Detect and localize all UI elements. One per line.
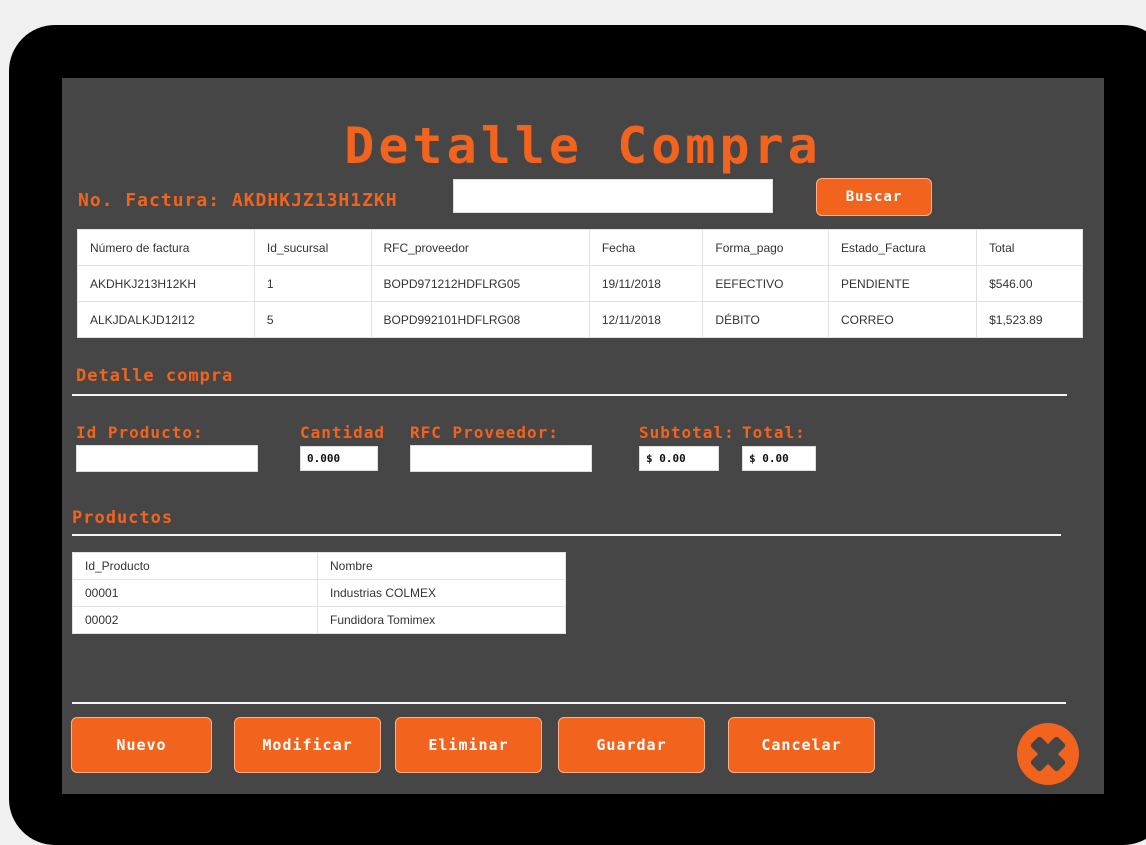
table-cell: AKDHKJ213H12KH: [77, 265, 255, 302]
column-header: RFC_proveedor: [370, 229, 590, 266]
facturas-table: Número de factura Id_sucursal RFC_provee…: [77, 229, 1083, 338]
table-cell: BOPD971212HDFLRG05: [370, 265, 590, 302]
eliminar-button[interactable]: Eliminar: [395, 717, 542, 773]
table-cell: 00002: [72, 606, 318, 634]
table-cell: $1,523.89: [976, 301, 1083, 338]
search-button[interactable]: Buscar: [816, 178, 932, 216]
detalle-section-title: Detalle compra: [76, 366, 234, 386]
table-cell: 12/11/2018: [588, 301, 704, 338]
total-field: $ 0.00: [742, 446, 816, 471]
total-label: Total:: [742, 423, 806, 442]
table-row[interactable]: ALKJDALKJD12I12 5 BOPD992101HDFLRG08 12/…: [77, 301, 1083, 338]
table-cell: CORREO: [828, 301, 978, 338]
table-cell: ALKJDALKJD12I12: [77, 301, 255, 338]
cantidad-input[interactable]: 0.000: [300, 446, 378, 471]
column-header: Id_sucursal: [253, 229, 372, 266]
table-cell: 19/11/2018: [588, 265, 704, 302]
rfc-proveedor-input[interactable]: [410, 445, 592, 472]
productos-table: Id_Producto Nombre 00001 Industrias COLM…: [72, 552, 566, 634]
footer-divider: [72, 702, 1066, 704]
productos-section-title: Productos: [72, 508, 174, 528]
id-producto-label: Id Producto:: [76, 423, 204, 442]
table-header-row: Número de factura Id_sucursal RFC_provee…: [77, 229, 1083, 266]
column-header: Número de factura: [77, 229, 255, 266]
cantidad-label: Cantidad: [300, 423, 386, 442]
table-cell: EEFECTIVO: [702, 265, 830, 302]
table-row[interactable]: AKDHKJ213H12KH 1 BOPD971212HDFLRG05 19/1…: [77, 265, 1083, 302]
table-cell: $546.00: [976, 265, 1083, 302]
table-cell: DÉBITO: [702, 301, 830, 338]
nuevo-button[interactable]: Nuevo: [71, 717, 212, 773]
table-row[interactable]: 00002 Fundidora Tomimex: [72, 606, 566, 634]
guardar-button[interactable]: Guardar: [558, 717, 705, 773]
table-cell: PENDIENTE: [828, 265, 978, 302]
app-window: Detalle Compra No. Factura: AKDHKJZ13H1Z…: [62, 78, 1104, 794]
factura-label: No. Factura: AKDHKJZ13H1ZKH: [78, 190, 398, 211]
section-divider: [72, 534, 1061, 536]
table-cell: 5: [253, 301, 372, 338]
factura-search-input[interactable]: [453, 179, 773, 213]
table-header-row: Id_Producto Nombre: [72, 552, 566, 580]
table-cell: 00001: [72, 579, 318, 607]
column-header: Total: [976, 229, 1083, 266]
id-producto-input[interactable]: [76, 445, 258, 472]
table-cell: BOPD992101HDFLRG08: [370, 301, 590, 338]
modificar-button[interactable]: Modificar: [234, 717, 381, 773]
column-header: Estado_Factura: [828, 229, 978, 266]
section-divider: [72, 394, 1067, 396]
table-cell: Industrias COLMEX: [317, 579, 566, 607]
column-header: Id_Producto: [72, 552, 318, 580]
table-cell: 1: [253, 265, 372, 302]
column-header: Nombre: [317, 552, 566, 580]
column-header: Forma_pago: [702, 229, 830, 266]
cancelar-button[interactable]: Cancelar: [728, 717, 875, 773]
close-icon[interactable]: [1017, 723, 1079, 785]
subtotal-field: $ 0.00: [639, 446, 719, 471]
rfc-proveedor-label: RFC Proveedor:: [410, 423, 559, 442]
column-header: Fecha: [588, 229, 704, 266]
table-row[interactable]: 00001 Industrias COLMEX: [72, 579, 566, 607]
table-cell: Fundidora Tomimex: [317, 606, 566, 634]
page-title: Detalle Compra: [344, 117, 822, 175]
subtotal-label: Subtotal:: [639, 423, 735, 442]
